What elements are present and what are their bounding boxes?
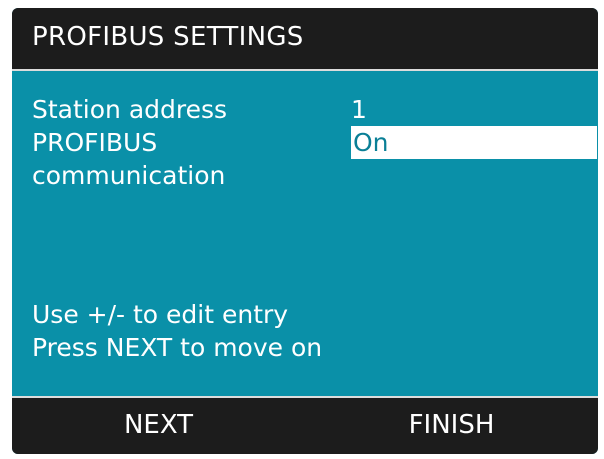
softkey-bar: NEXT FINISH	[12, 396, 598, 454]
finish-softkey[interactable]: FINISH	[305, 410, 598, 440]
station-address-value[interactable]: 1	[351, 93, 367, 126]
next-softkey[interactable]: NEXT	[12, 410, 305, 440]
device-screen: PROFIBUS SETTINGS Station address 1 PROF…	[12, 8, 598, 454]
profibus-comm-value[interactable]: On	[351, 126, 597, 159]
hint-next: Press NEXT to move on	[32, 333, 323, 362]
settings-panel: Station address 1 PROFIBUS communication…	[12, 71, 598, 396]
hint-edit: Use +/- to edit entry	[32, 300, 289, 329]
title-bar: PROFIBUS SETTINGS	[12, 8, 598, 71]
screen-title: PROFIBUS SETTINGS	[32, 22, 304, 52]
station-address-label: Station address	[32, 95, 228, 124]
profibus-comm-label: PROFIBUS	[32, 128, 158, 157]
profibus-comm-label-line2: communication	[32, 161, 226, 190]
